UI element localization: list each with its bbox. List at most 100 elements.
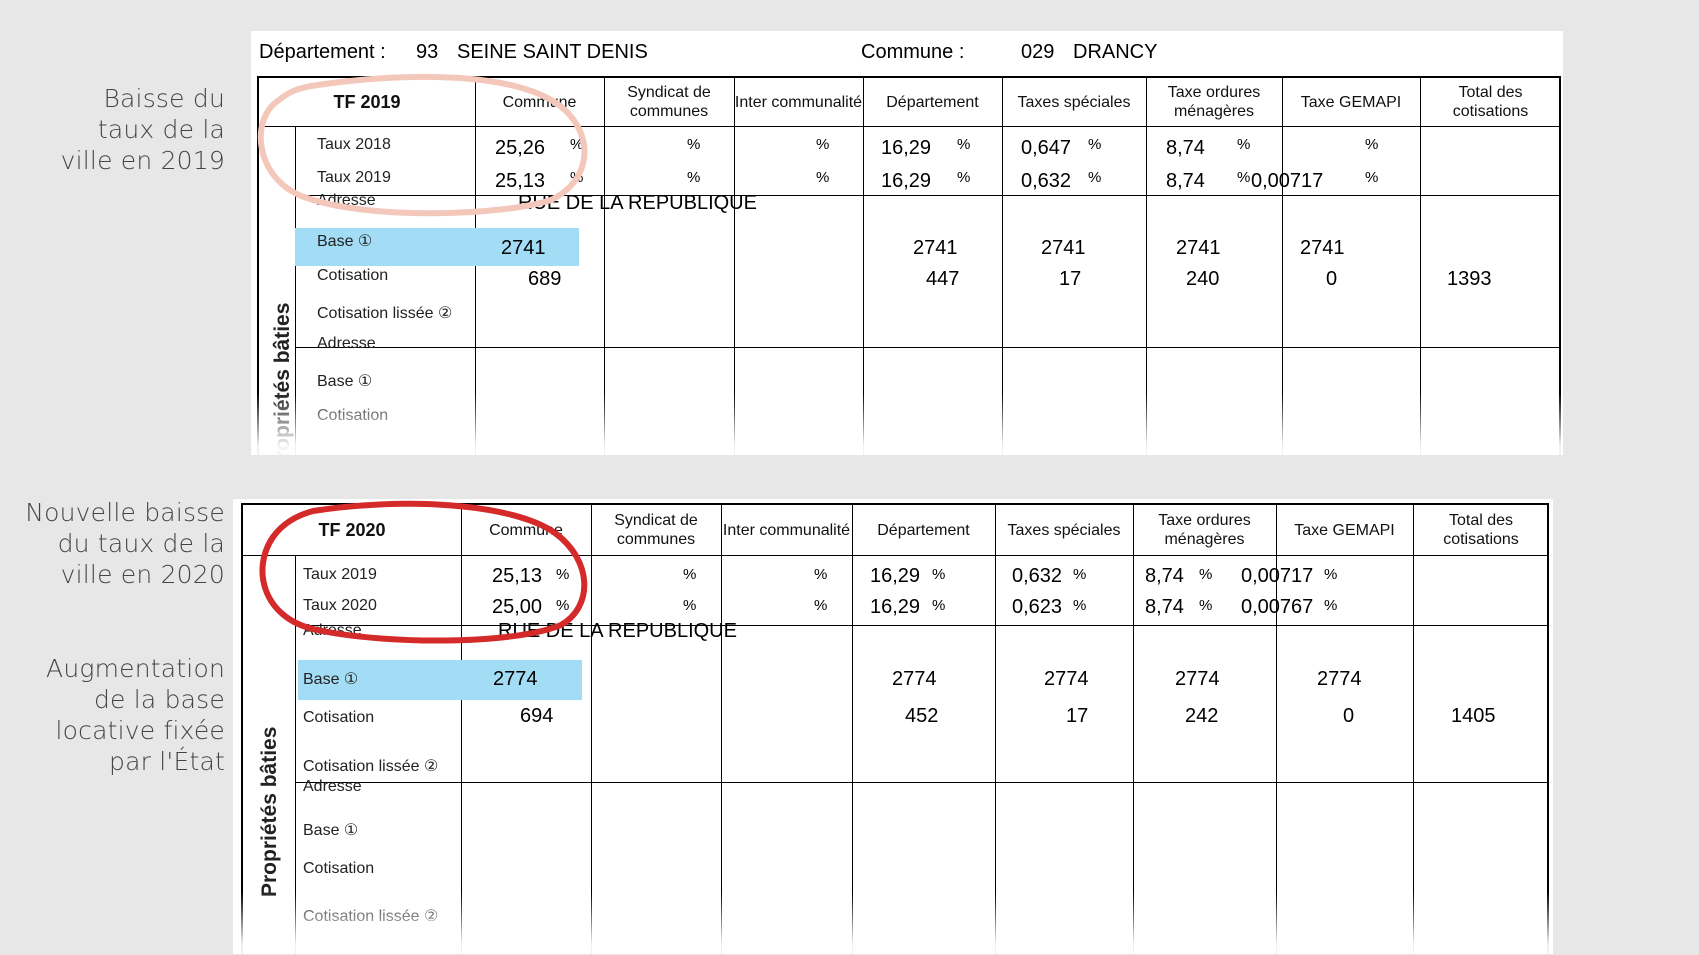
side-label: Propriétés bâties (258, 726, 281, 897)
tf-title: TF 2019 (333, 91, 401, 112)
col-syndicat: Syndicat de communes (627, 84, 711, 120)
cotisation-total: 1405 (1451, 705, 1496, 727)
col-total: Total des cotisations (1452, 84, 1529, 120)
cotisation-total: 1393 (1447, 268, 1492, 290)
tax-table-2019: TF 2019 Commune Syndicat de communes Int… (257, 73, 1561, 455)
department-number: 93 (416, 41, 439, 63)
commune-name: DRANCY (1073, 41, 1158, 63)
cotisation-taxes-speciales: 17 (1059, 268, 1082, 290)
rate1-ordures: 8,74 (1145, 565, 1184, 587)
col-departement: Département (886, 93, 979, 111)
rate1-ordures: 8,74 (1166, 137, 1205, 159)
rate2-commune: 25,00 (492, 596, 543, 618)
cotisation-label: Cotisation (317, 407, 389, 424)
percent: % (1237, 169, 1251, 186)
cotisation-commune: 689 (528, 268, 562, 290)
cotisation-ordures: 240 (1186, 268, 1220, 290)
rate1-taxes-speciales: 0,632 (1012, 565, 1063, 587)
percent: % (556, 597, 570, 614)
rate1-taxes-speciales: 0,647 (1021, 137, 1072, 159)
percent: % (1365, 136, 1379, 153)
percent: % (570, 136, 584, 153)
percent: % (932, 566, 946, 583)
base-taxes-speciales: 2741 (1041, 237, 1086, 259)
base-commune: 2741 (501, 237, 546, 259)
percent: % (556, 566, 570, 583)
tf-title: TF 2020 (318, 519, 386, 540)
percent: % (687, 136, 701, 153)
rate2-commune: 25,13 (495, 170, 546, 192)
percent: % (1073, 566, 1087, 583)
percent: % (1324, 566, 1338, 583)
percent: % (683, 597, 697, 614)
rate2-gemapi: 0,00767 (1241, 596, 1314, 618)
address-label: Adresse (317, 335, 376, 352)
col-syndicat: Syndicat de communes (614, 512, 698, 548)
percent: % (814, 597, 828, 614)
department-name: SEINE SAINT DENIS (457, 41, 648, 63)
cotisation-commune: 694 (520, 705, 554, 727)
cotisation-ordures: 242 (1185, 705, 1219, 727)
base-label: Base ① (317, 233, 373, 250)
col-commune: Commune (489, 521, 563, 539)
rate2-ordures: 8,74 (1145, 596, 1184, 618)
rate2-ordures: 8,74 (1166, 170, 1205, 192)
percent: % (814, 566, 828, 583)
cotisation-gemapi: 0 (1343, 705, 1355, 727)
base-departement: 2741 (913, 237, 958, 259)
address-value: RUE DE LA REPUBLIQUE (498, 620, 737, 642)
percent: % (570, 169, 584, 186)
cotisation-departement: 447 (926, 268, 960, 290)
percent: % (687, 169, 701, 186)
percent: % (683, 566, 697, 583)
cotisation-gemapi: 0 (1326, 268, 1338, 290)
rate-label-2: Taux 2019 (317, 169, 391, 186)
tax-notice-2020: TF 2020 Commune Syndicat de communes Int… (233, 499, 1553, 954)
percent: % (1088, 169, 1102, 186)
cotisation-lissee-label: Cotisation lissée ② (317, 305, 453, 322)
col-taxe-ordures: Taxe ordures ménagères (1158, 512, 1251, 548)
commune-number: 029 (1021, 41, 1055, 63)
rate1-departement: 16,29 (881, 137, 932, 159)
col-taxes-speciales: Taxes spéciales (1017, 93, 1131, 111)
base-label: Base ① (317, 373, 373, 390)
col-total: Total des cotisations (1443, 512, 1519, 548)
cotisation-taxes-speciales: 17 (1066, 705, 1089, 727)
percent: % (957, 169, 971, 186)
base-departement: 2774 (892, 668, 937, 690)
percent: % (1088, 136, 1102, 153)
tax-table-2020: TF 2020 Commune Syndicat de communes Int… (241, 500, 1549, 954)
cotisation-departement: 452 (905, 705, 939, 727)
col-intercommunalite: Inter communalité (722, 521, 851, 539)
cotisation-lissee-label: Cotisation lissée ② (303, 908, 439, 925)
rate2-gemapi: 0,00717 (1251, 170, 1324, 192)
rate2-taxes-speciales: 0,632 (1021, 170, 1072, 192)
rate-label-2: Taux 2020 (303, 597, 377, 614)
rate-label-1: Taux 2019 (303, 566, 377, 583)
annotation-base: Augmentation de la base locative fixée p… (46, 654, 225, 776)
cotisation-lissee-label: Cotisation lissée ② (303, 758, 439, 775)
percent: % (1237, 136, 1251, 153)
rate2-departement: 16,29 (881, 170, 932, 192)
base-commune: 2774 (493, 668, 538, 690)
percent: % (816, 169, 830, 186)
col-commune: Commune (502, 93, 577, 111)
cotisation-label: Cotisation (303, 860, 375, 877)
base-gemapi: 2774 (1317, 668, 1362, 690)
rate1-gemapi: 0,00717 (1241, 565, 1314, 587)
base-ordures: 2774 (1175, 668, 1220, 690)
base-ordures: 2741 (1176, 237, 1221, 259)
rate1-commune: 25,26 (495, 137, 546, 159)
percent: % (1199, 597, 1213, 614)
department-label: Département : (259, 41, 386, 63)
col-departement: Département (877, 521, 970, 539)
base-taxes-speciales: 2774 (1044, 668, 1089, 690)
percent: % (1365, 169, 1379, 186)
col-taxes-speciales: Taxes spéciales (1007, 521, 1121, 539)
base-label: Base ① (303, 671, 359, 688)
col-intercommunalite: Inter communalité (734, 93, 863, 111)
annotation-2019: Baisse du taux de la ville en 2019 (60, 84, 225, 175)
rate1-departement: 16,29 (870, 565, 921, 587)
percent: % (1073, 597, 1087, 614)
rate-label-1: Taux 2018 (317, 136, 391, 153)
